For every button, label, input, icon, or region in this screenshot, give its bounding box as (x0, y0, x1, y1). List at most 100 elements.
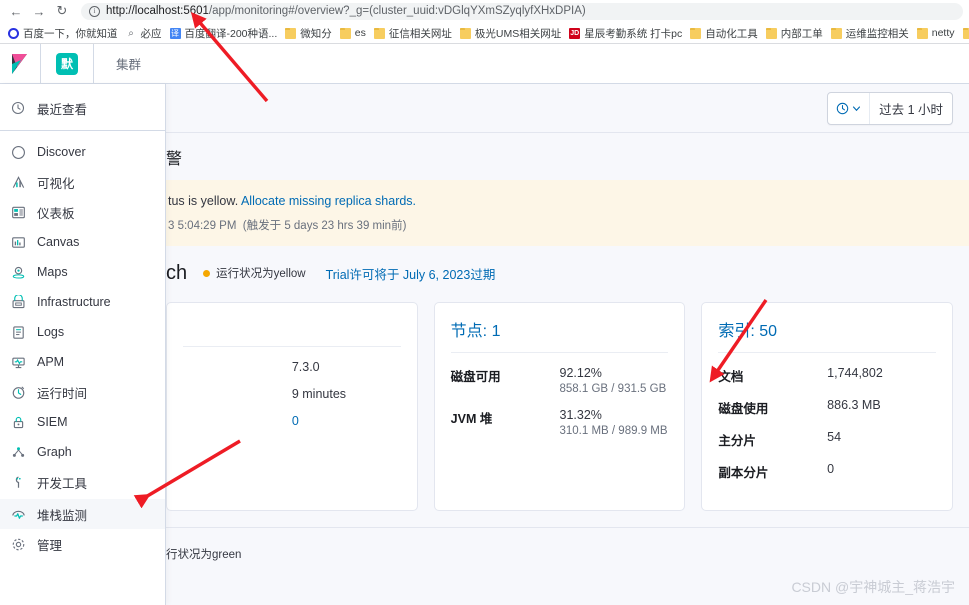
siem-lock-icon (10, 414, 26, 430)
sidebar-item-堆栈监测[interactable]: 堆栈监测 (0, 499, 165, 529)
breadcrumb[interactable]: 集群 (94, 54, 141, 73)
site-info-icon[interactable]: i (89, 5, 100, 17)
space-avatar[interactable]: 默 (41, 44, 93, 84)
address-bar-url: http://localhost:5601/app/monitoring#/ov… (106, 5, 586, 17)
alert-triggered-ago: (触发于 5 days 23 hrs 39 min前) (242, 220, 407, 232)
sidebar-item-label: SIEM (37, 415, 68, 429)
folder-icon (339, 27, 351, 39)
panel-stat-value: 0 (827, 462, 936, 481)
panel-stat-sub: 310.1 MB / 989.9 MB (559, 425, 668, 437)
panel-stat-key (183, 360, 292, 374)
bookmark-item[interactable]: 征信相关网址 (370, 24, 456, 42)
panel-title[interactable] (183, 317, 401, 347)
content-inner: 过去 1 小时 警 tus is yellow. Allocate missin… (166, 84, 969, 562)
sidebar-item-仪表板[interactable]: 仪表板 (0, 197, 165, 227)
bookmark-label: 自动化工具 (705, 27, 758, 40)
alert-timestamp: 3 5:04:29 PM (168, 220, 237, 232)
address-bar[interactable]: i http://localhost:5601/app/monitoring#/… (81, 2, 963, 20)
bookmark-item[interactable]: 极光UMS相关网址 (456, 24, 565, 42)
bookmark-label: es (354, 27, 366, 39)
folder-icon (285, 27, 297, 39)
sidebar-item-label: 堆栈监测 (37, 508, 88, 523)
translate-icon: 译 (169, 27, 181, 39)
canvas-icon (10, 234, 26, 250)
sidebar-item-logs[interactable]: Logs (0, 317, 165, 347)
kibana-logo-icon[interactable] (0, 44, 40, 84)
sidebar-nav: 最近查看 Discover 可视化仪表板 Canvas Maps Infrastruct… (0, 84, 166, 605)
bookmark-item[interactable]: 运维监控相关 (827, 24, 913, 42)
forward-arrow-icon[interactable]: → (29, 1, 49, 21)
panel-stat-value: 92.12% 858.1 GB / 931.5 GB (560, 366, 669, 395)
sidebar-item-运行时间[interactable]: 运行时间 (0, 377, 165, 407)
alert-message: tus is yellow. Allocate missing replica … (168, 194, 953, 208)
bookmark-label: 微知分 (300, 27, 332, 40)
bookmark-label: 百度翻译-200种语... (184, 27, 278, 40)
bookmark-item[interactable] (959, 24, 969, 42)
time-range-label[interactable]: 过去 1 小时 (870, 99, 952, 118)
panel-stat-value: 7.3.0 (292, 360, 401, 374)
health-status-dot-icon (203, 269, 211, 277)
sidebar-item-apm[interactable]: APM (0, 347, 165, 377)
panel-stat-row: 磁盘可用 92.12% 858.1 GB / 931.5 GB (451, 366, 669, 395)
calendar-clock-icon (836, 102, 849, 114)
bookmark-item[interactable]: 译百度翻译-200种语... (166, 24, 282, 42)
bookmark-label: 百度一下，你就知道 (23, 27, 118, 40)
graph-icon (10, 444, 26, 460)
bookmark-item[interactable]: 内部工单 (762, 24, 827, 42)
back-arrow-icon[interactable]: ← (6, 1, 26, 21)
sidebar-item-maps[interactable]: Maps (0, 257, 165, 287)
sidebar-item-recent-inner[interactable]: 最近查看 (0, 93, 165, 123)
sidebar-item-开发工具[interactable]: 开发工具 (0, 467, 165, 497)
sidebar-item-infrastructure[interactable]: Infrastructure (0, 287, 165, 317)
sidebar-item-管理[interactable]: 管理 (0, 529, 165, 559)
bookmark-label: 极光UMS相关网址 (474, 27, 562, 40)
panel-stat-row: 磁盘使用 886.3 MB (718, 398, 936, 417)
sidebar-item-recently-viewed[interactable]: 最近查看 (0, 93, 165, 123)
panel-stat-value[interactable]: 0 (292, 414, 401, 428)
bottom-section: 行状况为green (166, 527, 969, 562)
alerts-section-heading: 警 (166, 150, 183, 168)
bookmark-item[interactable]: 百度一下，你就知道 (4, 24, 122, 42)
bookmark-item[interactable]: netty (913, 24, 959, 42)
bookmark-item[interactable]: es (336, 24, 370, 42)
overview-panel: 索引: 50 文档 1,744,802 磁盘使用 886.3 MB 主分片 54 副本分片 0 (701, 302, 954, 511)
bookmark-label: netty (931, 27, 955, 39)
management-gear-icon (10, 536, 26, 552)
sidebar-item-label: 仪表板 (37, 206, 75, 221)
sidebar-divider (0, 130, 165, 131)
reload-icon[interactable]: ↻ (52, 1, 72, 21)
bing-search-icon: ⌕ (128, 27, 134, 39)
apm-icon (10, 354, 26, 370)
sidebar-item-siem[interactable]: SIEM (0, 407, 165, 437)
sidebar-item-label: Maps (37, 265, 68, 279)
browser-chrome: ← → ↻ i http://localhost:5601/app/monito… (0, 0, 969, 44)
panel-title[interactable]: 节点: 1 (450, 317, 669, 353)
license-expiry-text[interactable]: Trial许可将于 July 6, 2023过期 (326, 264, 496, 283)
panel-stat-main: 7.3.0 (291, 360, 320, 374)
panel-stat-row: 0 (183, 414, 401, 428)
panel-stat-main: 92.12% (559, 366, 602, 380)
bookmark-item[interactable]: 自动化工具 (686, 24, 762, 42)
dashboard-icon (10, 204, 26, 220)
stack-monitoring-icon (10, 506, 26, 522)
bookmark-label: 必应 (140, 27, 162, 40)
bookmark-item[interactable]: JD 星辰考勤系统 打卡pc (565, 24, 686, 42)
csdn-watermark: CSDN @宇神城主_蒋浩宇 (791, 579, 955, 595)
bookmark-item[interactable]: 微知分 (281, 24, 336, 42)
bookmark-item[interactable]: ⌕ 必应 (122, 24, 166, 42)
time-picker[interactable]: 过去 1 小时 (827, 91, 953, 125)
kibana-header: 默 集群 (0, 43, 969, 84)
sidebar-item-canvas[interactable]: Canvas (0, 227, 165, 257)
panel-title[interactable]: 索引: 50 (718, 317, 937, 353)
bookmarks-bar: 百度一下，你就知道 ⌕ 必应译百度翻译-200种语... 微知分 es 征信相关网址 极光U… (0, 22, 969, 44)
panel-stat-value: 1,744,802 (827, 366, 936, 385)
baidu-icon (8, 27, 19, 39)
sidebar-item-list: Discover 可视化仪表板 Canvas Maps Infrastructure Lo… (0, 137, 165, 559)
sidebar-item-可视化[interactable]: 可视化 (0, 167, 165, 197)
time-quick-select-button[interactable] (828, 92, 871, 124)
alert-message-link[interactable]: Allocate missing replica shards. (241, 194, 416, 208)
sidebar-item-graph[interactable]: Graph (0, 437, 165, 467)
time-filter-bar: 过去 1 小时 (166, 84, 969, 133)
panel-stat-row: 9 minutes (183, 387, 401, 401)
sidebar-item-discover[interactable]: Discover (0, 137, 165, 167)
